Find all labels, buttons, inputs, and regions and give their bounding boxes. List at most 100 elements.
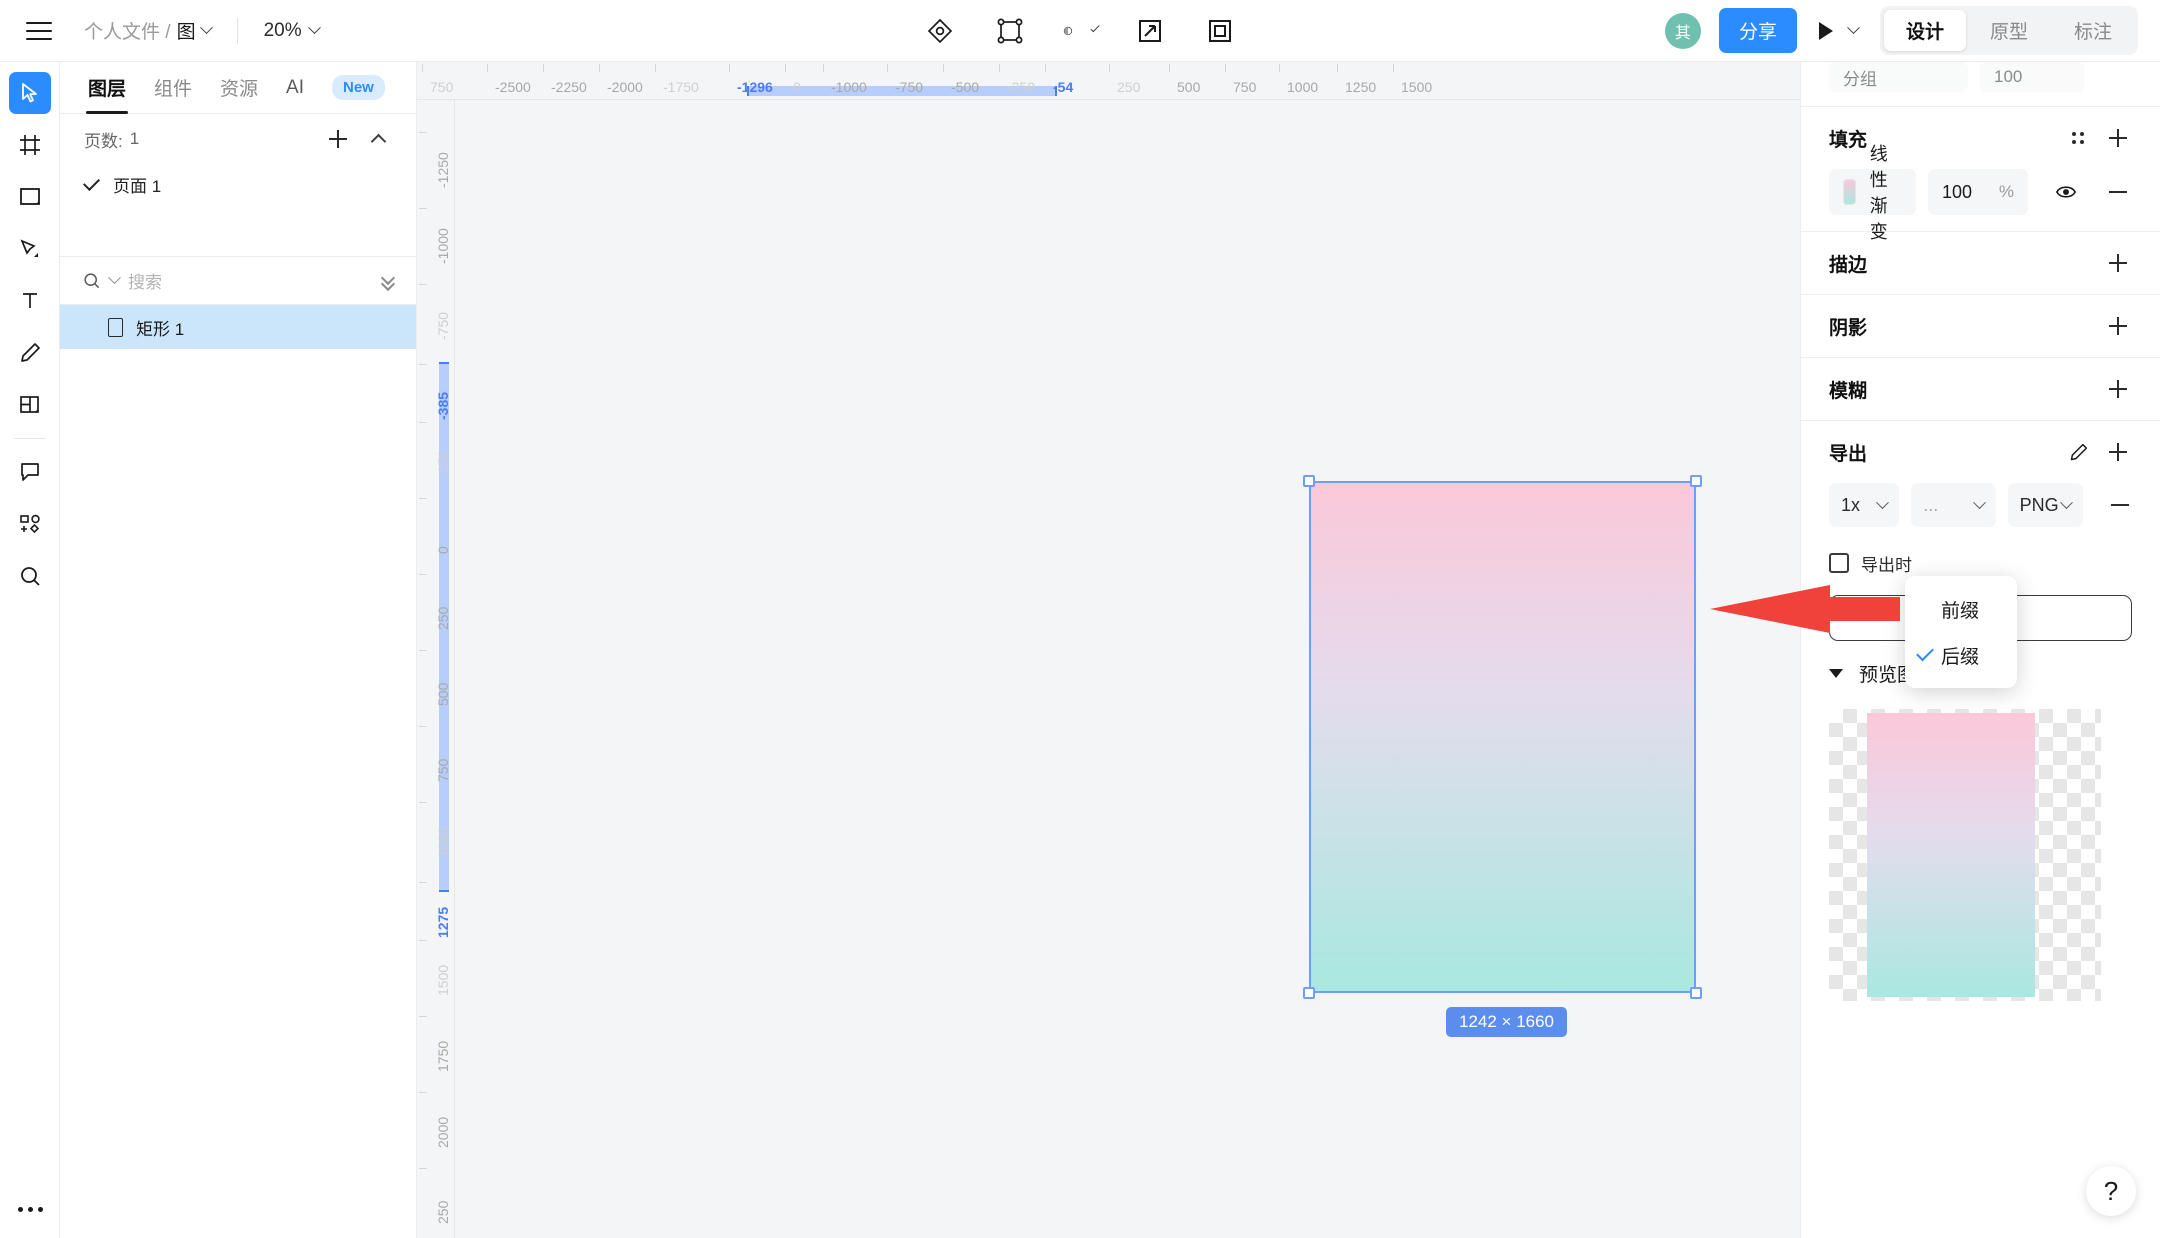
resize-icon[interactable] (1133, 14, 1167, 48)
pencil-icon (2070, 443, 2087, 460)
play-icon[interactable] (1818, 21, 1833, 40)
export-affix-select[interactable]: ... (1911, 483, 1996, 527)
chevron-down-icon[interactable] (307, 21, 321, 35)
add-shadow-button[interactable] (2104, 312, 2132, 340)
chevron-down-icon[interactable] (108, 271, 121, 285)
export-scale-select[interactable]: 1x (1829, 483, 1900, 527)
ruler-tick-label-h: 1500 (1401, 79, 1433, 95)
resize-handle-bl[interactable] (1303, 987, 1315, 999)
ruler-tick-label-h: -250 (1007, 79, 1036, 95)
add-blur-button[interactable] (2104, 375, 2132, 403)
rail-more-button[interactable] (0, 1207, 60, 1212)
tab-ai[interactable]: AI (286, 62, 304, 114)
add-stroke-button[interactable] (2104, 249, 2132, 277)
rectangle-icon (108, 317, 123, 337)
canvas[interactable]: 750 -2500 -2250 -2000 -1750 -1296 0 -1000 -750 -5… (417, 62, 1800, 1238)
canvas-shape-rectangle[interactable] (1303, 475, 1702, 999)
add-fill-button[interactable] (2104, 124, 2132, 152)
fill-opacity-pill[interactable]: 100 % (1928, 169, 2028, 215)
ruler-tick-label-h: 750 (1233, 79, 1257, 95)
add-export-button[interactable] (2104, 438, 2132, 466)
pencil-tool-icon[interactable] (9, 332, 51, 374)
frame-icon[interactable] (993, 14, 1027, 48)
share-button[interactable]: 分享 (1718, 8, 1797, 53)
stroke-title: 描边 (1829, 254, 1868, 276)
ruler-tick-label-h: -1750 (663, 79, 699, 95)
edit-export-button[interactable] (2064, 438, 2092, 466)
export-format-value: PNG (2019, 494, 2059, 515)
move-tool-icon[interactable] (8, 72, 51, 114)
plus-icon (2109, 443, 2127, 461)
fill-visibility-button[interactable] (2052, 178, 2080, 206)
tab-prototype[interactable]: 原型 (1968, 10, 2050, 51)
fill-styles-button[interactable] (2064, 124, 2092, 152)
pen-tool-icon[interactable] (9, 228, 51, 270)
vertical-ruler[interactable]: -1250 -1000 -750 -385 -250 0 250 500 750 1000 1275… (417, 100, 455, 1238)
remove-export-button[interactable] (2107, 491, 2132, 519)
ruler-tick-label-v: -1000 (435, 228, 451, 264)
fill-opacity-value[interactable]: 100 (1942, 182, 1972, 203)
breadcrumb-current[interactable]: 图 (177, 17, 196, 44)
ruler-tick-label-v: 2000 (435, 1116, 451, 1148)
fill-type-pill[interactable]: 线性渐变 (1829, 144, 1916, 242)
layer-search[interactable]: 搜索 (60, 257, 416, 305)
export-checkbox[interactable] (1829, 553, 1849, 573)
horizontal-ruler[interactable]: 750 -2500 -2250 -2000 -1750 -1296 0 -1000 -750 -5… (417, 62, 1800, 100)
search-input[interactable]: 搜索 (128, 268, 373, 293)
menu-item-suffix[interactable]: 后缀 (1905, 632, 2017, 678)
resize-handle-tr[interactable] (1690, 475, 1702, 487)
opacity-icon[interactable] (1063, 14, 1100, 48)
chevron-down-icon[interactable] (1847, 21, 1860, 35)
pages-label: 页数: (84, 131, 123, 151)
ruler-tick (599, 64, 600, 72)
triangle-down-icon (1829, 668, 1843, 678)
tab-assets[interactable]: 资源 (220, 62, 258, 114)
remove-fill-button[interactable] (2104, 178, 2132, 206)
present-group (1818, 21, 1860, 40)
avatar[interactable]: 其 (1664, 12, 1701, 49)
slice-tool-icon[interactable] (9, 384, 51, 426)
shadow-title: 阴影 (1829, 317, 1868, 339)
add-page-button[interactable] (324, 125, 352, 153)
ruler-tick-label-h: -2500 (495, 79, 531, 95)
expand-all-icon[interactable] (382, 273, 394, 289)
ruler-tick (1393, 64, 1394, 72)
search-icon (84, 273, 100, 289)
tab-components[interactable]: 组件 (154, 62, 192, 114)
grid-dots-icon (2072, 132, 2084, 144)
help-button[interactable]: ? (2086, 1166, 2136, 1216)
breadcrumb-root[interactable]: 个人文件 / (84, 17, 171, 44)
chevron-down-icon[interactable] (199, 21, 213, 35)
tab-design[interactable]: 设计 (1883, 10, 1966, 51)
menu-item-prefix-label: 前缀 (1941, 600, 1980, 622)
menu-item-prefix[interactable]: 前缀 (1905, 586, 2017, 632)
shape-tool-icon[interactable] (9, 176, 51, 218)
percent-label: % (1998, 182, 2014, 201)
component-tool-icon[interactable] (9, 503, 51, 545)
ruler-tick (419, 574, 427, 575)
resize-handle-tl[interactable] (1303, 475, 1315, 487)
export-format-select[interactable]: PNG (2007, 483, 2084, 527)
tab-layers[interactable]: 图层 (85, 62, 129, 114)
ruler-tick-label-v: -750 (435, 311, 451, 340)
component-icon[interactable] (923, 14, 957, 48)
text-tool-icon[interactable] (9, 280, 51, 322)
page-item[interactable]: 页面 1 (60, 164, 416, 204)
layer-item-rectangle[interactable]: 矩形 1 (60, 305, 416, 349)
tab-annotation[interactable]: 标注 (2052, 10, 2134, 51)
blur-section: 模糊 (1801, 358, 2160, 420)
frame-tool-icon[interactable] (9, 124, 51, 166)
collapse-pages-button[interactable] (364, 125, 392, 153)
chevron-down-icon[interactable] (1090, 23, 1100, 33)
zoom-control[interactable]: 20% (264, 20, 321, 42)
ruler-tick-label-h: 0 (793, 79, 801, 95)
fill-type-label: 线性渐变 (1869, 144, 1888, 242)
mask-icon[interactable] (1203, 14, 1237, 48)
gradient-swatch[interactable] (1843, 179, 1856, 205)
zoom-tool-icon[interactable] (9, 555, 51, 597)
resize-handle-br[interactable] (1690, 987, 1702, 999)
comment-tool-icon[interactable] (9, 451, 51, 493)
ruler-tick-label-h: -2250 (551, 79, 587, 95)
left-panel: 图层 组件 资源 AI New 页数: 1 页面 1 搜索 矩形 1 (60, 62, 417, 1238)
hamburger-icon[interactable] (26, 21, 52, 40)
